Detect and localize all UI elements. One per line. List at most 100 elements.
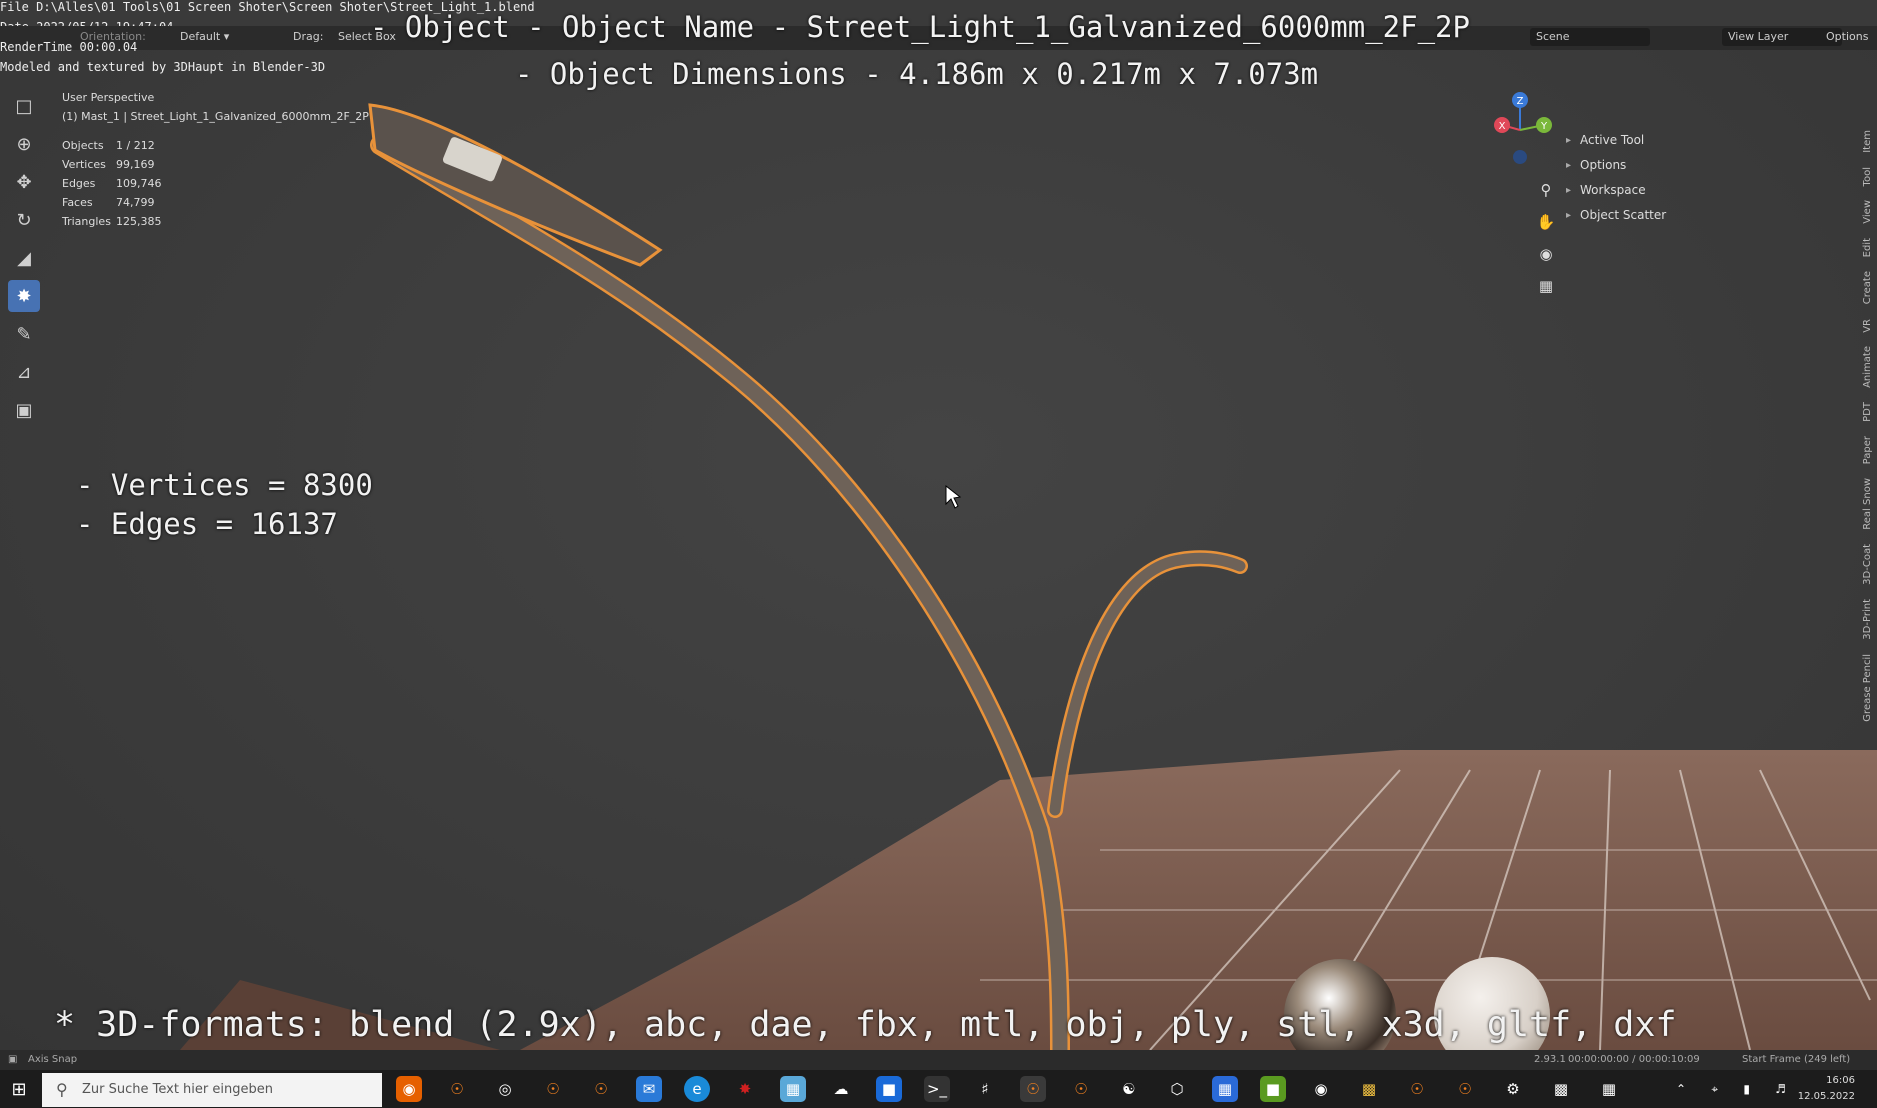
status-bar: ▣ Axis Snap 2.93.1 00:00:00:00 / 00:00:1… (0, 1050, 1877, 1070)
blender-icon[interactable]: ☉ (444, 1076, 470, 1102)
firefox-icon[interactable]: ◉ (396, 1076, 422, 1102)
tab-real-snow[interactable]: Real Snow (1862, 478, 1873, 530)
panel-workspace[interactable]: Workspace (1566, 178, 1866, 203)
clock-date: 12.05.2022 (1797, 1091, 1855, 1102)
stat-value: 1 / 212 (116, 139, 155, 152)
navigation-gizmo[interactable]: Z Y X (1480, 85, 1560, 175)
system-tray[interactable]: ⌃ ⌖ ▮ ♬ (1676, 1076, 1786, 1102)
app-icon[interactable]: ♯ (972, 1076, 998, 1102)
stat-label: Objects (62, 139, 104, 152)
tab-paper[interactable]: Paper (1862, 436, 1873, 464)
measure-tool-icon[interactable]: ⊿ (8, 356, 40, 388)
stat-row: Triangles 125,385 (62, 212, 369, 231)
blender-icon[interactable]: ☉ (588, 1076, 614, 1102)
stat-value: 125,385 (116, 215, 162, 228)
render-time-overlay: RenderTime 00:00.04 (0, 40, 138, 54)
active-object-label: (1) Mast_1 | Street_Light_1_Galvanized_6… (62, 110, 369, 123)
tool-shelf: □ ⊕ ✥ ↻ ◢ ✸ ✎ ⊿ ▣ (8, 90, 40, 432)
calendar-icon[interactable]: ▦ (1212, 1076, 1238, 1102)
object-dimensions-overlay: - Object Dimensions - 4.186m x 0.217m x … (515, 57, 1319, 91)
app-icon[interactable]: ■ (876, 1076, 902, 1102)
scene-label: Scene (1536, 30, 1570, 43)
scene-selector[interactable]: Scene (1530, 28, 1650, 46)
tab-vr[interactable]: VR (1862, 319, 1873, 333)
sidebar-tabs: Item Tool View Edit Create VR Animate PD… (1862, 130, 1877, 850)
start-frame-label: Start Frame (249 left) (1742, 1054, 1851, 1065)
options-dropdown[interactable]: Options (1826, 30, 1868, 43)
panel-active-tool[interactable]: Active Tool (1566, 128, 1866, 153)
blender-icon[interactable]: ☉ (1020, 1076, 1046, 1102)
stat-row: Objects 1 / 212 (62, 136, 369, 155)
annotate-tool-icon[interactable]: ✎ (8, 318, 40, 350)
blender-icon[interactable]: ☉ (1452, 1076, 1478, 1102)
tab-pdt[interactable]: PDT (1862, 402, 1873, 422)
chevron-up-icon[interactable]: ⌃ (1676, 1082, 1686, 1096)
panel-options[interactable]: Options (1566, 153, 1866, 178)
mouse-icon: ▣ (8, 1054, 18, 1065)
volume-icon[interactable]: ♬ (1775, 1082, 1786, 1096)
tab-item[interactable]: Item (1862, 130, 1873, 153)
add-cube-tool-icon[interactable]: ▣ (8, 394, 40, 426)
3d-viewport[interactable]: □ ⊕ ✥ ↻ ◢ ✸ ✎ ⊿ ▣ User Perspective (1) M… (0, 50, 1877, 1050)
taskbar-search[interactable]: ⚲ Zur Suche Text hier eingeben (42, 1073, 382, 1107)
app-icon[interactable]: ▩ (1548, 1076, 1574, 1102)
terminal-icon[interactable]: >_ (924, 1076, 950, 1102)
stat-label: Vertices (62, 158, 106, 171)
object-name-overlay: - Object - Object Name - Street_Light_1_… (370, 10, 1470, 44)
battery-icon[interactable]: ▮ (1743, 1082, 1750, 1096)
rotate-tool-icon[interactable]: ↻ (8, 204, 40, 236)
folder-icon[interactable]: ▩ (1356, 1076, 1382, 1102)
pan-hand-icon[interactable]: ✋ (1534, 210, 1558, 234)
camera-icon[interactable]: ◉ (1534, 242, 1558, 266)
blender-icon[interactable]: ☉ (540, 1076, 566, 1102)
tab-edit[interactable]: Edit (1862, 238, 1873, 257)
tab-create[interactable]: Create (1862, 271, 1873, 304)
axis-snap-label: Axis Snap (28, 1054, 78, 1065)
vertices-overlay: - Vertices = 8300 (76, 468, 373, 502)
mail-icon[interactable]: ✉ (636, 1076, 662, 1102)
drag-label: Drag: (293, 30, 324, 43)
windows-taskbar: ⊞ ⚲ Zur Suche Text hier eingeben ◉ ☉ ◎ ☉… (0, 1070, 1877, 1108)
blender-icon[interactable]: ☉ (1068, 1076, 1094, 1102)
taskbar-clock[interactable]: 16:06 12.05.2022 (1798, 1073, 1855, 1105)
formats-overlay: * 3D-formats: blend (2.9x), abc, dae, fb… (54, 1005, 1677, 1045)
orientation-dropdown[interactable]: Default ▾ (180, 30, 229, 43)
tab-tool[interactable]: Tool (1862, 167, 1873, 186)
select-box-tool-icon[interactable]: □ (8, 90, 40, 122)
move-tool-icon[interactable]: ✥ (8, 166, 40, 198)
panel-object-scatter[interactable]: Object Scatter (1566, 203, 1866, 228)
app-icon[interactable]: ☯ (1116, 1076, 1142, 1102)
perspective-label: User Perspective (62, 91, 155, 104)
blender-icon[interactable]: ☉ (1404, 1076, 1430, 1102)
sidebar-panel: Active Tool Options Workspace Object Sca… (1566, 128, 1866, 228)
cursor-tool-icon[interactable]: ⊕ (8, 128, 40, 160)
view-layer-selector[interactable]: View Layer (1722, 28, 1842, 46)
app-icon[interactable]: ☁ (828, 1076, 854, 1102)
obs-icon[interactable]: ◎ (492, 1076, 518, 1102)
gizmo-neg-z-axis[interactable] (1513, 150, 1527, 164)
transform-tool-icon[interactable]: ✸ (8, 280, 40, 312)
tab-animate[interactable]: Animate (1862, 346, 1873, 388)
stat-value: 99,169 (116, 158, 155, 171)
ortho-grid-icon[interactable]: ▦ (1534, 274, 1558, 298)
settings-gear-icon[interactable]: ⚙ (1500, 1076, 1526, 1102)
cube-icon[interactable]: ⬡ (1164, 1076, 1190, 1102)
tab-grease-pencil[interactable]: Grease Pencil (1862, 654, 1873, 722)
app-icon[interactable]: ◉ (1308, 1076, 1334, 1102)
app-icon[interactable]: ■ (1260, 1076, 1286, 1102)
tab-view[interactable]: View (1862, 200, 1873, 224)
zoom-icon[interactable]: ⚲ (1534, 178, 1558, 202)
windows-start-icon[interactable]: ⊞ (6, 1076, 32, 1102)
edge-icon[interactable]: e (684, 1076, 710, 1102)
app-icon[interactable]: ▦ (1596, 1076, 1622, 1102)
tab-3d-coat[interactable]: 3D-Coat (1862, 544, 1873, 585)
scale-tool-icon[interactable]: ◢ (8, 242, 40, 274)
edges-overlay: - Edges = 16137 (76, 507, 338, 541)
app-icon[interactable]: ▦ (780, 1076, 806, 1102)
app-icon[interactable]: ✸ (732, 1076, 758, 1102)
gizmo-z-label: Z (1517, 96, 1524, 107)
network-icon[interactable]: ⌖ (1711, 1082, 1718, 1097)
gizmo-y-label: Y (1540, 121, 1548, 132)
tab-3d-print[interactable]: 3D-Print (1862, 599, 1873, 640)
timecode-label: 00:00:00:00 / 00:00:10:09 (1568, 1054, 1700, 1065)
